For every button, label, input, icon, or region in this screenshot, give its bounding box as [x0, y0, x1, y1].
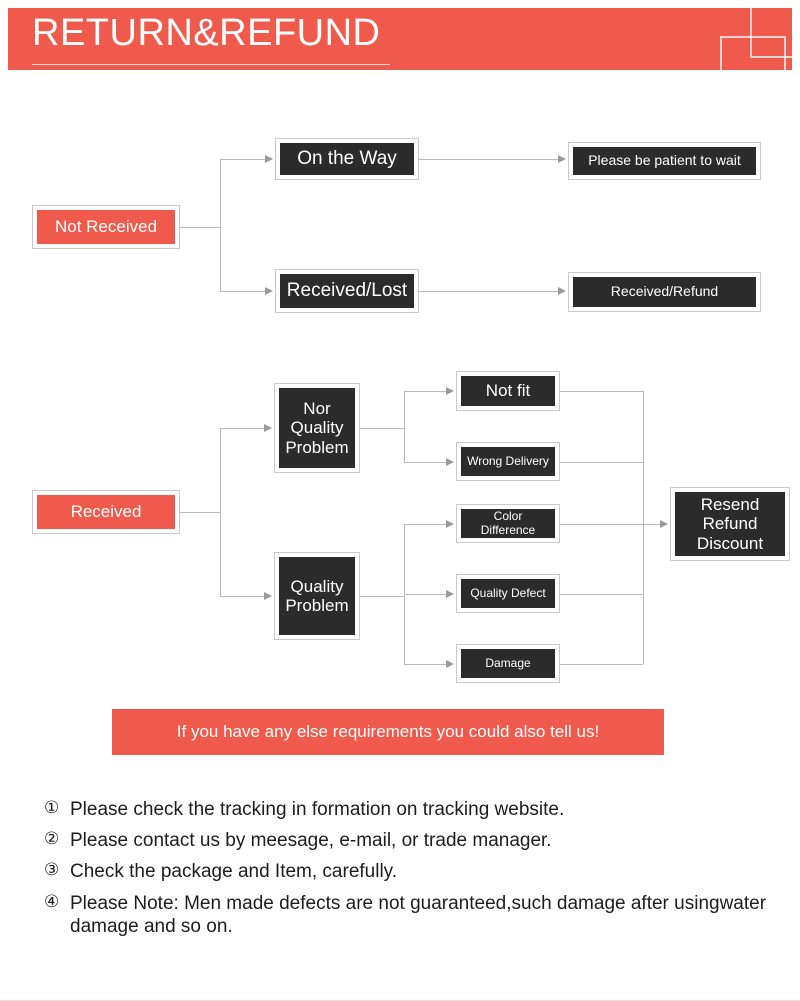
note-text: Please check the tracking in formation o…	[70, 799, 565, 820]
connector-line	[419, 291, 558, 292]
arrow-head-icon	[265, 287, 273, 295]
node-damage[interactable]: Damage	[456, 644, 560, 683]
list-item: ② Please contact us by meesage, e-mail, …	[44, 829, 774, 852]
node-label: Resend Refund Discount	[673, 490, 787, 558]
node-label: Received/Lost	[278, 272, 416, 310]
connector-line	[419, 159, 558, 160]
connector-line	[220, 159, 265, 160]
connector-line	[404, 391, 446, 392]
arrow-head-icon	[558, 287, 566, 295]
connector-line	[560, 391, 643, 392]
list-item: ③ Check the package and Item, carefully.	[44, 860, 774, 883]
node-label: Received	[35, 493, 177, 531]
arrow-head-icon	[446, 520, 454, 528]
arrow-head-icon	[446, 387, 454, 395]
note-number: ④	[44, 891, 60, 911]
connector-line	[404, 462, 446, 463]
note-text: Please Note: Men made defects are not gu…	[70, 892, 767, 937]
node-resend-refund-discount[interactable]: Resend Refund Discount	[670, 487, 790, 561]
connector-line	[404, 594, 446, 595]
node-not-fit[interactable]: Not fit	[456, 371, 560, 411]
connector-line	[180, 227, 220, 228]
note-text: Check the package and Item, carefully.	[70, 861, 398, 883]
connector-line	[220, 428, 221, 596]
node-label: Color Difference	[459, 507, 557, 540]
arrow-head-icon	[660, 520, 668, 528]
connector-line	[220, 291, 265, 292]
node-received-lost[interactable]: Received/Lost	[275, 269, 419, 313]
node-label: Damage	[459, 647, 557, 680]
return-refund-infographic: RETURN&REFUND Not Received On the Way Re…	[0, 0, 800, 1001]
arrow-head-icon	[446, 660, 454, 668]
list-item: ① Please check the tracking in formation…	[44, 798, 774, 821]
note-text: Please contact us by meesage, e-mail, or…	[70, 830, 552, 852]
node-quality-problem[interactable]: Quality Problem	[274, 552, 360, 640]
arrow-head-icon	[558, 155, 566, 163]
node-on-the-way[interactable]: On the Way	[275, 138, 419, 180]
connector-line	[220, 428, 264, 429]
connector-line	[560, 594, 643, 595]
note-number: ②	[44, 829, 60, 849]
node-label: Quality Problem	[277, 555, 357, 637]
connector-line	[360, 428, 404, 429]
callout-text: If you have any else requirements you co…	[176, 722, 600, 741]
decorative-square-icon	[720, 36, 786, 70]
note-number: ③	[44, 860, 60, 880]
connector-line	[560, 462, 643, 463]
node-received[interactable]: Received	[32, 490, 180, 534]
callout-banner: If you have any else requirements you co…	[112, 709, 664, 755]
connector-line	[180, 512, 220, 513]
connector-line	[220, 159, 221, 292]
node-color-difference[interactable]: Color Difference	[456, 504, 560, 543]
node-label: Wrong Delivery	[459, 445, 557, 478]
connector-line	[560, 524, 660, 525]
node-label: On the Way	[278, 141, 416, 177]
arrow-head-icon	[264, 424, 272, 432]
node-label: Received/Refund	[571, 275, 758, 309]
arrow-head-icon	[446, 458, 454, 466]
node-not-received[interactable]: Not Received	[32, 205, 180, 249]
connector-line	[560, 664, 643, 665]
connector-line	[404, 391, 405, 462]
header-banner: RETURN&REFUND	[8, 8, 792, 70]
node-label: Nor Quality Problem	[277, 386, 357, 470]
page-title: RETURN&REFUND	[32, 12, 381, 54]
node-received-refund[interactable]: Received/Refund	[568, 272, 761, 312]
connector-line	[404, 524, 446, 525]
notes-list: ① Please check the tracking in formation…	[44, 798, 774, 946]
connector-line	[404, 664, 446, 665]
node-nor-quality-problem[interactable]: Nor Quality Problem	[274, 383, 360, 473]
connector-line	[220, 596, 264, 597]
title-underline	[32, 64, 390, 65]
node-label: Not Received	[35, 208, 177, 246]
list-item: ④ Please Note: Men made defects are not …	[44, 892, 774, 938]
note-number: ①	[44, 798, 60, 817]
node-wrong-delivery[interactable]: Wrong Delivery	[456, 442, 560, 481]
connector-bus-line	[643, 391, 644, 664]
node-label: Not fit	[459, 374, 557, 408]
connector-line	[360, 596, 404, 597]
arrow-head-icon	[446, 590, 454, 598]
node-please-be-patient[interactable]: Please be patient to wait	[568, 142, 761, 180]
node-label: Quality Defect	[459, 577, 557, 610]
node-quality-defect[interactable]: Quality Defect	[456, 574, 560, 613]
arrow-head-icon	[265, 155, 273, 163]
node-label: Please be patient to wait	[571, 145, 758, 177]
arrow-head-icon	[264, 592, 272, 600]
